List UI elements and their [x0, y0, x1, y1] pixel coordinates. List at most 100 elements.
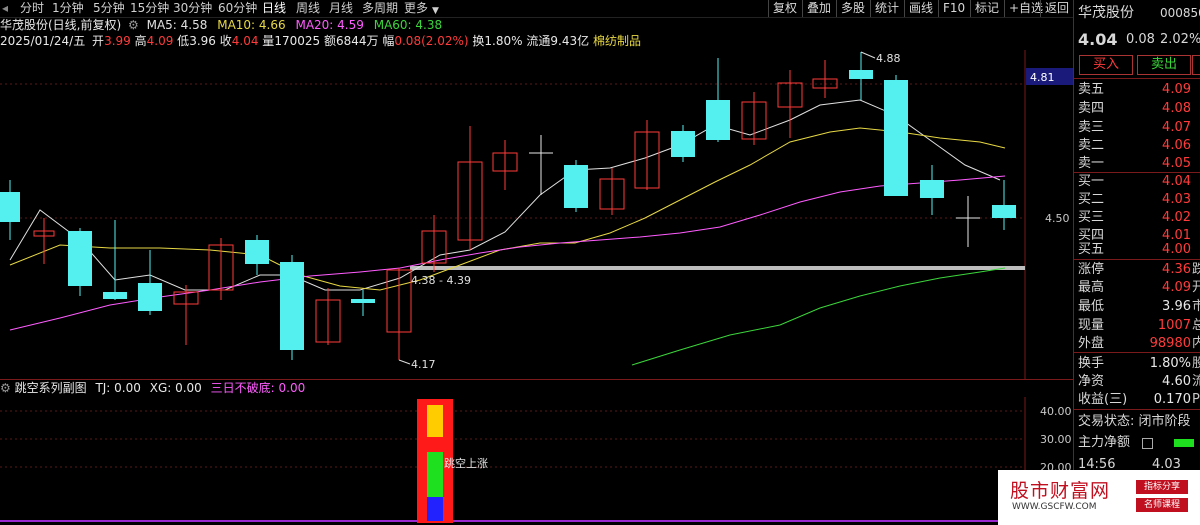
stat-label: 净资	[1078, 374, 1105, 389]
stat-label: 现量	[1078, 318, 1105, 333]
candle-down	[351, 299, 375, 303]
ask-label: 卖一	[1078, 156, 1105, 171]
divider	[1074, 78, 1200, 79]
tab-more[interactable]: 更多	[404, 1, 428, 16]
low-label: 低	[177, 34, 190, 48]
sub-y-label: 40.00	[1040, 405, 1072, 418]
bid-label: 买三	[1078, 210, 1105, 225]
watermark-tag1: 指标分享	[1136, 480, 1188, 494]
more-dropdown-icon[interactable]: ▼	[432, 4, 439, 19]
sub-xg: XG: 0.00	[149, 381, 202, 395]
f10-button[interactable]: F10	[938, 0, 969, 17]
ask-label: 卖二	[1078, 138, 1105, 153]
main-flow-label: 主力净额	[1078, 435, 1131, 450]
stats-button[interactable]: 统计	[870, 0, 903, 17]
bid-row[interactable]: 买二 4.03	[1078, 190, 1200, 209]
watermark-logo: 股市财富网 WWW.GSCFW.COM 指标分享 名师课程	[998, 470, 1200, 525]
annot-high: 4.88	[876, 52, 901, 65]
candle-down	[706, 100, 730, 140]
tab-fenshi[interactable]: 分时	[20, 1, 44, 16]
ask-row[interactable]: 卖二 4.06	[1078, 136, 1200, 155]
candle-down	[671, 131, 695, 157]
bid-row[interactable]: 买三 4.02	[1078, 208, 1200, 227]
sub-annot: 跳空上涨	[444, 456, 488, 470]
sub-extra: 三日不破底: 0.00	[210, 381, 306, 395]
amt-value: 6844万	[335, 34, 379, 48]
tab-60min[interactable]: 60分钟	[218, 1, 257, 16]
bid-label: 买一	[1078, 174, 1105, 189]
stat-row: 最高 4.09 开	[1078, 278, 1200, 297]
tab-weekly[interactable]: 周线	[296, 1, 320, 16]
mark-button[interactable]: 标记	[970, 0, 1003, 17]
overlay-button[interactable]: 叠加	[802, 0, 835, 17]
side-price: 4.04	[1078, 30, 1118, 49]
bid-price: 4.03	[1162, 192, 1191, 207]
stat-label: 最低	[1078, 299, 1105, 314]
tab-multiperiod[interactable]: 多周期	[362, 1, 398, 16]
ma5-label: MA5: 4.58	[146, 18, 208, 32]
ask-row[interactable]: 卖五 4.09	[1078, 80, 1200, 99]
amt-label: 额	[323, 34, 336, 48]
multi-stock-button[interactable]: 多股	[836, 0, 869, 17]
ask-row[interactable]: 卖三 4.07	[1078, 118, 1200, 137]
date-label: 2025/01/24/五	[0, 34, 86, 48]
ask-label: 卖三	[1078, 120, 1105, 135]
ask-price: 4.08	[1162, 101, 1191, 116]
ask-price: 4.06	[1162, 138, 1191, 153]
candle-down	[280, 262, 304, 350]
restore-button[interactable]: 复权	[768, 0, 801, 17]
open-value: 3.99	[104, 34, 131, 48]
bid-price: 4.00	[1162, 242, 1191, 257]
ohlc-info-line: 2025/01/24/五 开3.99 高4.09 低3.96 收4.04 量17…	[0, 34, 1030, 50]
tab-15min[interactable]: 15分钟	[130, 1, 169, 16]
bid-row[interactable]: 买五 4.00	[1078, 240, 1200, 259]
draw-line-button[interactable]: 画线	[904, 0, 937, 17]
back-button[interactable]: 返回	[1040, 0, 1073, 17]
ask-row[interactable]: 卖一 4.05	[1078, 154, 1200, 173]
support-band	[410, 266, 1025, 270]
sub-chart[interactable]: 40.00 30.00 20.00 跳空上涨	[0, 397, 1073, 525]
signal-bar-blue	[427, 497, 443, 521]
bid-row[interactable]: 买一 4.04	[1078, 172, 1200, 191]
grid-icon[interactable]	[1142, 438, 1153, 449]
main-flow-row[interactable]: 主力净额	[1078, 433, 1200, 452]
sub-title: 跳空系列副图	[14, 381, 87, 395]
ma60-line	[631, 267, 1006, 366]
sub-y-label: 30.00	[1040, 433, 1072, 446]
kline-chart[interactable]: 4.81 4.50 4.88 4.38 - 4.39 4.17	[0, 50, 1073, 380]
top-toolbar: ◂ 分时 1分钟 5分钟 15分钟 30分钟 60分钟 日线 周线 月线 多周期…	[0, 0, 1073, 18]
price-tag-mid: 4.50	[1045, 212, 1070, 225]
tab-daily[interactable]: 日线	[262, 1, 286, 16]
candle-down	[992, 205, 1016, 218]
settings-icon[interactable]: ⚙	[128, 18, 139, 32]
ma20-label: MA20: 4.59	[295, 18, 364, 32]
side-stock-code: 000850	[1160, 6, 1200, 20]
more-button[interactable]	[1192, 55, 1200, 75]
tab-30min[interactable]: 30分钟	[173, 1, 212, 16]
stat-value: 1007	[1157, 318, 1191, 333]
ask-row[interactable]: 卖四 4.08	[1078, 99, 1200, 118]
candle-down	[849, 70, 873, 79]
tab-5min[interactable]: 5分钟	[93, 1, 125, 16]
tab-monthly[interactable]: 月线	[329, 1, 353, 16]
turn-label: 换	[472, 34, 485, 48]
trade-status: 交易状态: 闭市阶段	[1078, 412, 1200, 431]
low-value: 3.96	[189, 34, 216, 48]
buy-button[interactable]: 买入	[1079, 55, 1133, 75]
signal-bar-green	[427, 452, 443, 502]
price-row: 4.04 0.08 2.02%	[1078, 30, 1200, 52]
candle-down	[138, 283, 162, 311]
candle-down	[564, 165, 588, 208]
ask-price: 4.07	[1162, 120, 1191, 135]
tab-1min[interactable]: 1分钟	[52, 1, 84, 16]
scroll-left-icon[interactable]: ◂	[2, 1, 8, 16]
stat-row: 收益(三) 0.170 P	[1078, 390, 1200, 409]
annot-high-arrow	[860, 51, 876, 59]
close-value: 4.04	[231, 34, 259, 48]
sell-button[interactable]: 卖出	[1137, 55, 1191, 75]
stat-label: 收益(三)	[1078, 392, 1128, 407]
annot-low: 4.17	[411, 358, 436, 371]
panel-divider	[0, 379, 1073, 380]
ask-label: 卖四	[1078, 101, 1105, 116]
sub-settings-icon[interactable]: ⚙	[0, 381, 11, 395]
